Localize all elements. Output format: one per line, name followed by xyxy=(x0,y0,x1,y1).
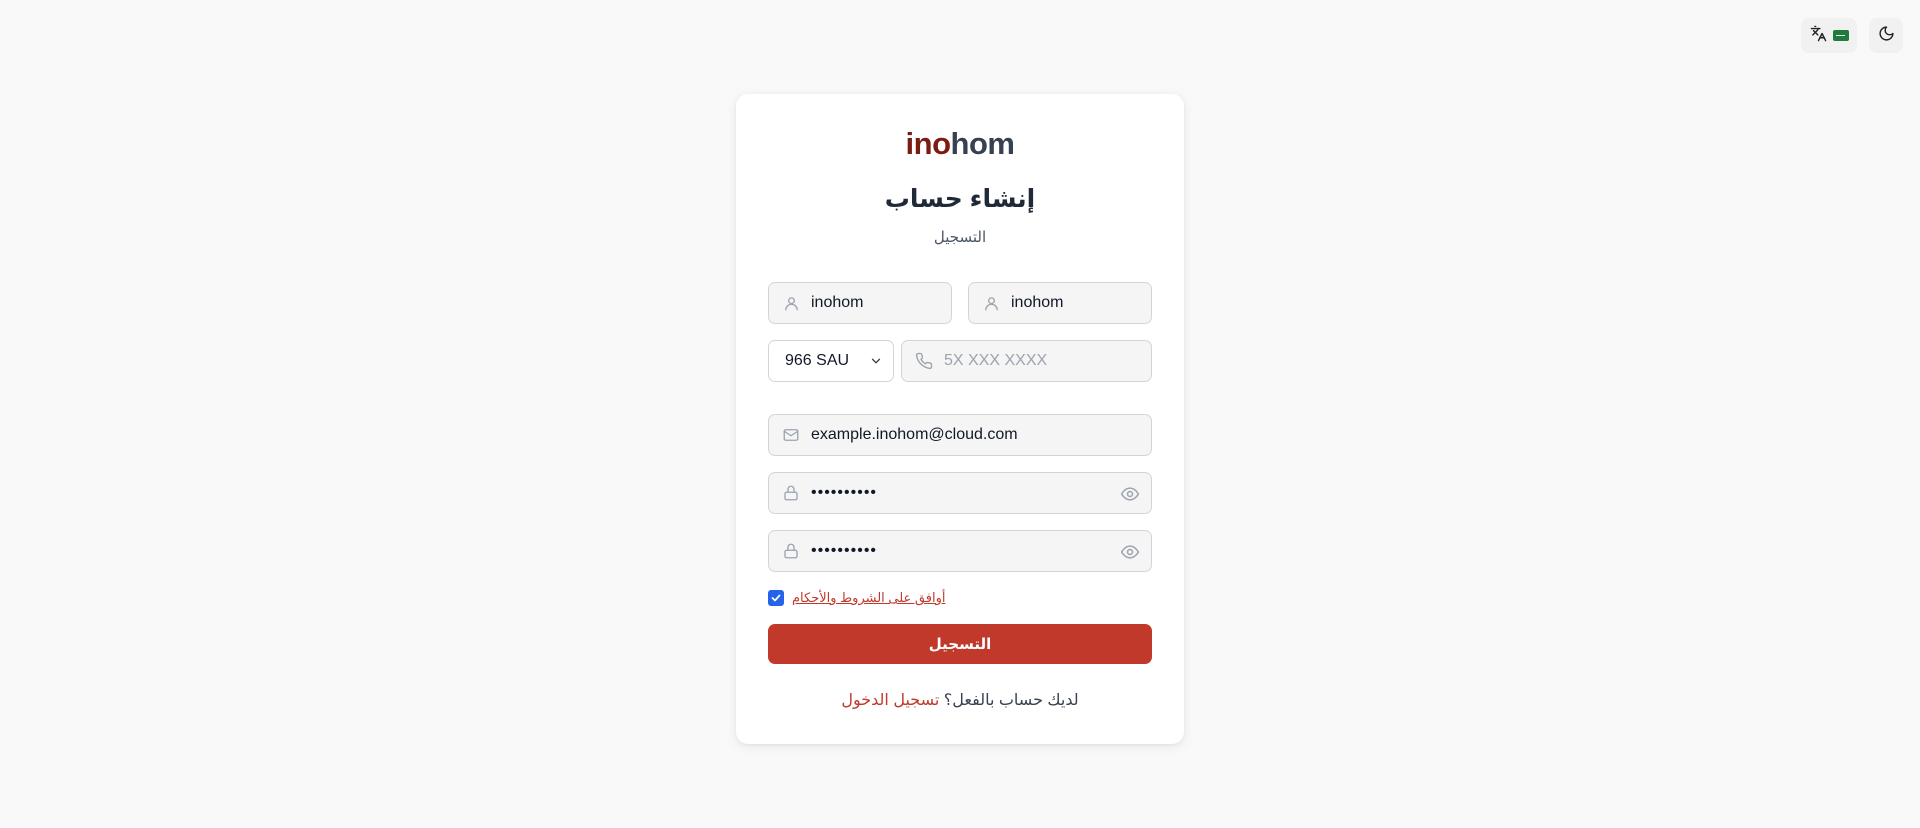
login-prompt: لديك حساب بالفعل؟ تسجيل الدخول xyxy=(736,690,1184,710)
phone-placeholder: 5X XXX XXXX xyxy=(944,352,1048,369)
password-field[interactable]: •••••••••• xyxy=(768,472,1152,514)
translate-icon xyxy=(1810,25,1827,47)
moon-icon xyxy=(1878,25,1895,47)
eye-icon[interactable] xyxy=(1119,541,1141,563)
chevron-down-icon xyxy=(869,354,883,373)
signup-card: inohom إنشاء حساب التسجيل inohom inohom … xyxy=(736,94,1184,744)
page-subtitle: التسجيل xyxy=(933,229,987,246)
email-value: example.inohom@cloud.com xyxy=(811,426,1018,443)
confirm-password-field[interactable]: •••••••••• xyxy=(768,530,1152,572)
register-button[interactable]: التسجيل xyxy=(768,624,1152,664)
page-title: إنشاء حساب xyxy=(884,185,1036,213)
user-icon xyxy=(781,293,801,313)
lock-icon xyxy=(781,483,801,503)
country-code-select[interactable]: 966 SAU xyxy=(768,340,894,382)
last-name-value: inohom xyxy=(811,294,864,311)
brand-logo: inohom xyxy=(736,126,1184,162)
mail-icon xyxy=(781,425,801,445)
user-icon xyxy=(981,293,1001,313)
password-value: •••••••••• xyxy=(811,484,878,501)
eye-icon[interactable] xyxy=(1119,483,1141,505)
top-toolbar xyxy=(1801,18,1903,53)
login-question: لديك حساب بالفعل؟ xyxy=(943,692,1079,709)
logo-part-2: hom xyxy=(950,126,1015,161)
terms-row: أوافق على الشروط والأحكام xyxy=(768,590,945,606)
logo-part-1: ino xyxy=(905,126,952,161)
theme-toggle-button[interactable] xyxy=(1869,18,1903,53)
country-code-value: 966 SAU xyxy=(785,352,850,369)
first-name-field[interactable]: inohom xyxy=(968,282,1152,324)
saudi-flag-icon xyxy=(1832,30,1849,41)
phone-icon xyxy=(914,351,934,371)
phone-input[interactable]: 5X XXX XXXX xyxy=(901,340,1152,382)
terms-checkbox[interactable] xyxy=(768,590,784,606)
last-name-field[interactable]: inohom xyxy=(768,282,952,324)
first-name-value: inohom xyxy=(1011,294,1064,311)
language-switcher-button[interactable] xyxy=(1801,18,1857,53)
check-icon xyxy=(771,594,781,602)
lock-icon xyxy=(781,541,801,561)
email-field[interactable]: example.inohom@cloud.com xyxy=(768,414,1152,456)
login-link[interactable]: تسجيل الدخول xyxy=(841,692,939,709)
terms-link[interactable]: أوافق على الشروط والأحكام xyxy=(792,590,945,606)
confirm-password-value: •••••••••• xyxy=(811,542,878,559)
